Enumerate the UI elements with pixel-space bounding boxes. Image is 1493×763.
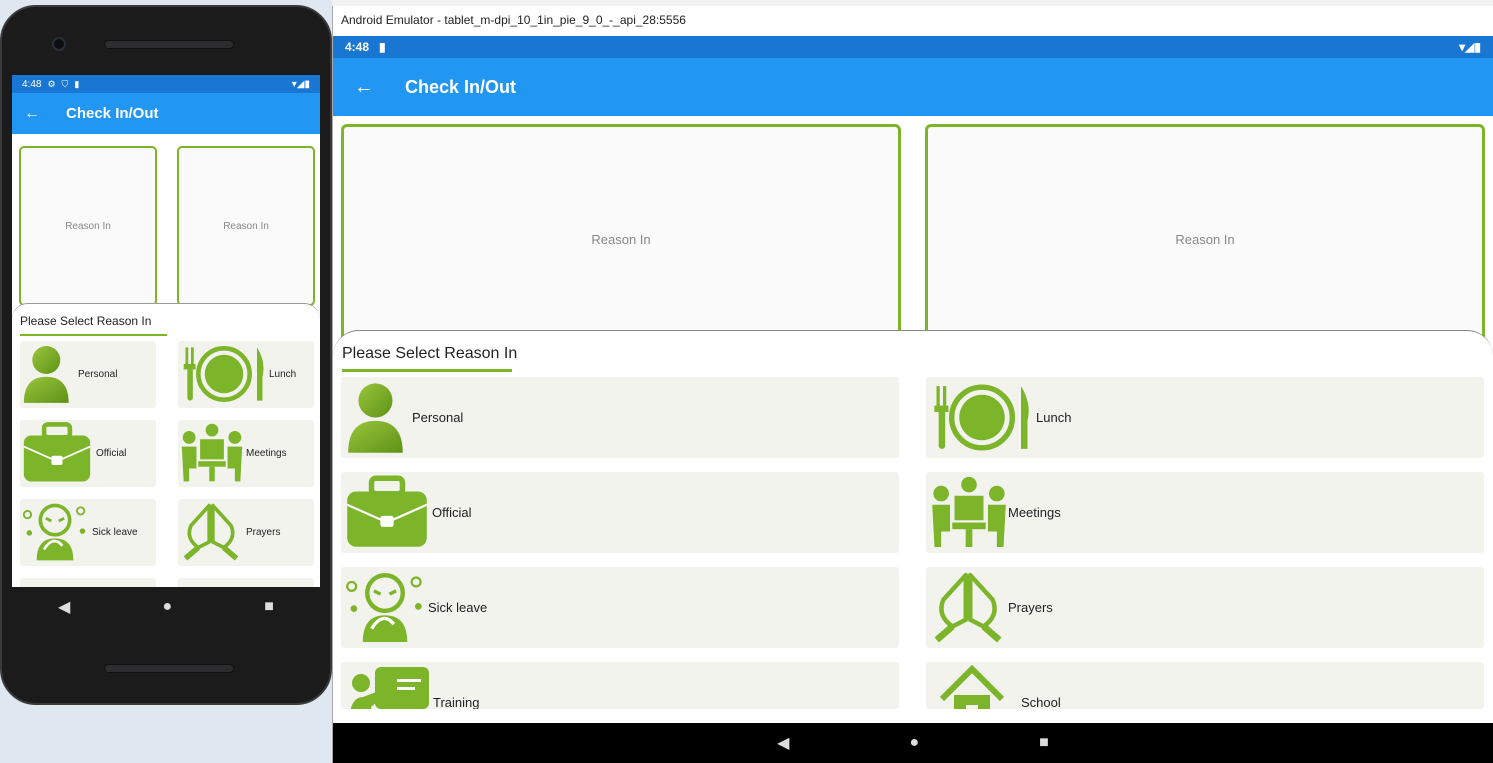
back-arrow-icon[interactable]: ← [12,105,52,123]
window-title: Android Emulator - tablet_m-dpi_10_1in_p… [341,13,686,27]
briefcase-icon [23,422,91,482]
sheet-title: Please Select Reason In [342,345,518,362]
phone-screen: 4:48 ⚙ ⛉ ▮ ▾◢▮ ← Check In/Out Reason In … [12,75,320,587]
reason-label: Personal [78,369,118,380]
reason-in-card[interactable]: Reason In [925,124,1485,354]
phone-status-bar: 4:48 ⚙ ⛉ ▮ ▾◢▮ [12,75,320,93]
reason-label: Sick leave [92,527,138,538]
reason-tile-personal[interactable]: Personal [341,377,899,458]
phone-app-bar: ← Check In/Out [12,93,320,134]
nav-recents-icon[interactable]: ■ [1039,734,1049,752]
tablet-navigation-bar: ◀ ● ■ [333,723,1493,763]
reason-label: Meetings [1008,505,1061,520]
reason-tile-meetings[interactable]: Meetings [926,472,1484,553]
reason-tile-meetings[interactable]: Meetings [178,420,314,487]
reason-tile-school[interactable]: School [926,662,1484,709]
reason-tile-lunch[interactable]: Lunch [178,341,314,408]
reason-tile-official[interactable]: Official [341,472,899,553]
plate-cutlery-icon [183,346,264,402]
tablet-screen: 4:48 ▮ ▾◢▮ ← Check In/Out Reason In Reas… [333,36,1493,763]
sick-person-icon [22,503,86,561]
emulator-window: Android Emulator - tablet_m-dpi_10_1in_p… [332,6,1493,763]
tablet-status-bar: 4:48 ▮ ▾◢▮ [333,36,1493,58]
person-icon [348,383,403,453]
nav-recents-icon[interactable]: ■ [264,598,274,616]
person-icon [23,346,69,403]
reason-label: Training [433,695,480,709]
reason-label: Prayers [1008,600,1053,615]
sick-person-icon [346,573,422,642]
reason-label: Lunch [1036,410,1072,425]
reason-in-card[interactable]: Reason In [19,146,157,306]
phone-bottom-speaker [104,664,234,673]
reason-bottom-sheet: Please Select Reason In Personal Lunch O… [12,303,320,587]
page-title: Check In/Out [66,105,159,122]
sheet-title-underline [20,334,167,336]
status-signal-icons: ▾◢▮ [291,78,310,90]
nav-back-icon[interactable]: ◀ [58,597,70,617]
reason-tile-prayers[interactable]: Prayers [178,499,314,566]
reason-tile-prayers[interactable]: Prayers [926,567,1484,648]
praying-hands-icon [183,503,239,561]
nav-home-icon[interactable]: ● [162,598,172,616]
status-time: 4:48 [22,78,42,90]
tablet-app-bar: ← Check In/Out [333,58,1493,116]
reason-label: Meetings [246,448,287,459]
sd-card-icon: ▮ [74,78,80,89]
sheet-title: Please Select Reason In [20,314,152,328]
reason-bottom-sheet: Please Select Reason In Personal Lunch O… [333,330,1493,730]
phone-speaker [104,40,234,49]
nav-home-icon[interactable]: ● [909,734,919,752]
sd-card-icon: ▮ [379,40,386,54]
reason-tile-official[interactable]: Official [20,420,156,487]
reason-tile-sick-leave[interactable]: Sick leave [341,567,899,648]
phone-navigation-bar: ◀ ● ■ [12,587,320,627]
sheet-title-underline [342,369,512,372]
reason-tile-training[interactable] [20,578,156,587]
training-board-icon [350,667,429,709]
reason-label: Sick leave [428,600,488,615]
reason-tile-sick-leave[interactable]: Sick leave [20,499,156,566]
plate-cutlery-icon [934,384,1029,451]
reason-tile-lunch[interactable]: Lunch [926,377,1484,458]
status-signal-icons: ▾◢▮ [1459,40,1481,54]
reason-in-card[interactable]: Reason In [341,124,901,354]
phone-camera [52,37,66,51]
reason-label: Official [96,448,127,459]
reason-label: Lunch [269,369,297,380]
reason-label: Personal [412,410,464,425]
back-arrow-icon[interactable]: ← [333,76,395,99]
page-title: Check In/Out [405,76,517,97]
gear-icon: ⚙ [47,78,56,89]
reason-tile-personal[interactable]: Personal [20,341,156,408]
school-building-icon [939,665,1005,709]
meeting-people-icon [932,476,1006,548]
reason-label: Prayers [246,527,281,538]
nav-back-icon[interactable]: ◀ [777,733,789,753]
reason-tile-training[interactable]: Training [341,662,899,709]
shield-icon: ⛉ [61,78,69,89]
reason-label: Official [432,505,472,520]
status-time: 4:48 [345,40,370,54]
reason-label: School [1021,695,1061,709]
reason-tile-school[interactable] [178,578,314,587]
reason-in-card[interactable]: Reason In [177,146,315,306]
praying-hands-icon [934,572,1002,643]
meeting-people-icon [181,423,243,482]
briefcase-icon [346,475,428,547]
